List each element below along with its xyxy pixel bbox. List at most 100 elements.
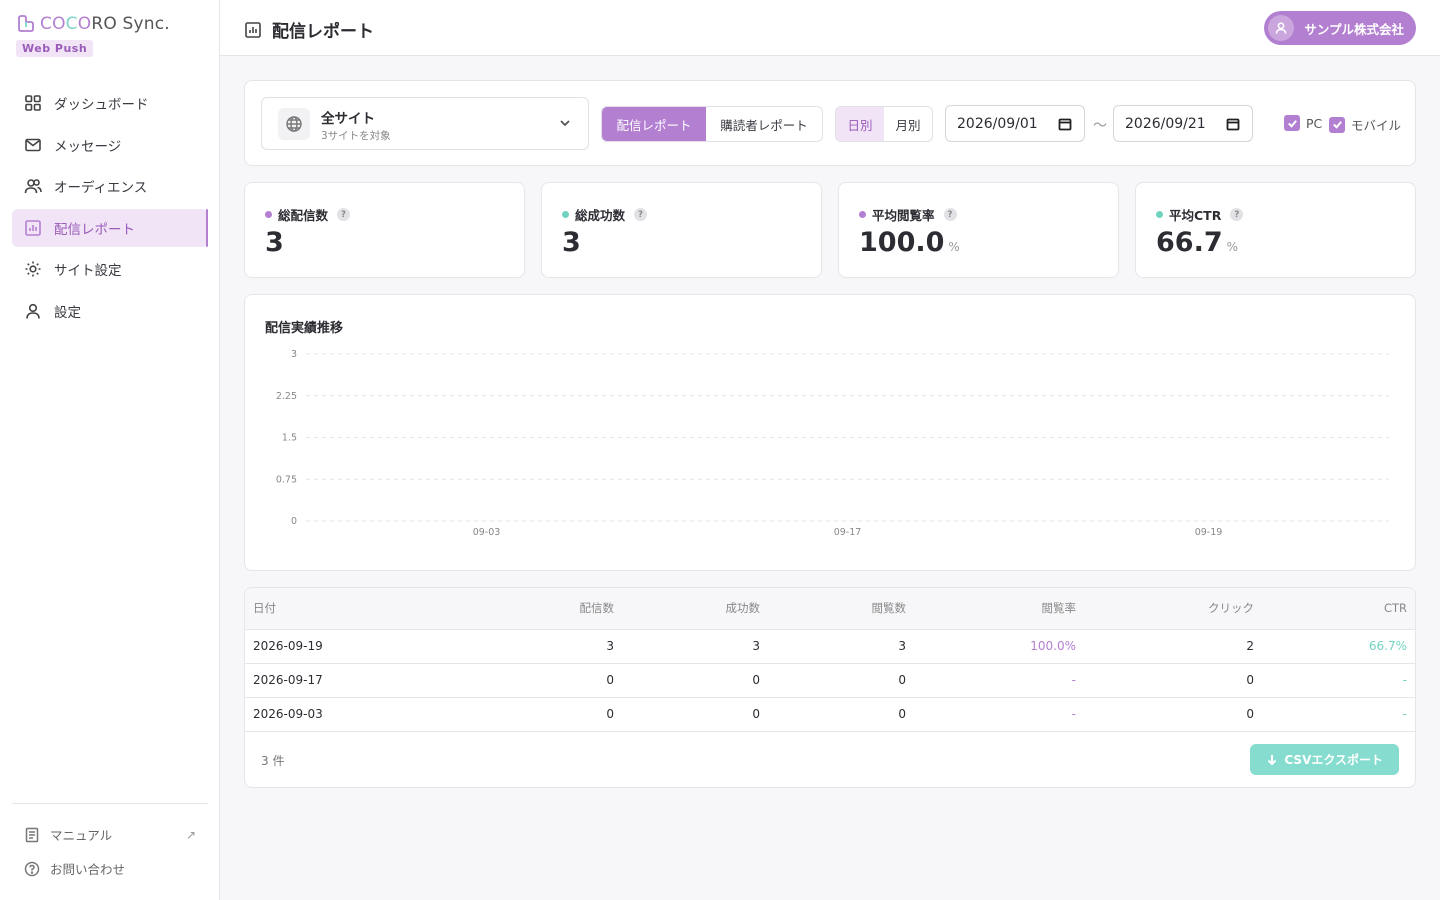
date-range-separator: 〜	[1093, 118, 1107, 134]
stat-label: 総成功数?	[562, 205, 648, 224]
stat-label: 総配信数?	[265, 205, 351, 224]
stat-dot	[265, 211, 272, 218]
checkbox-checked-icon	[1284, 115, 1300, 131]
stat-value: 3	[265, 227, 284, 258]
account-menu-button[interactable]: サンプル株式会社	[1264, 11, 1416, 45]
column-header-success[interactable]: 成功数	[622, 588, 768, 630]
period-toggle: 日別 月別	[835, 106, 933, 142]
tab-daily[interactable]: 日別	[836, 107, 884, 141]
help-icon[interactable]: ?	[943, 208, 957, 221]
column-header-open-rate[interactable]: 閲覧率	[914, 588, 1084, 630]
report-type-toggle: 配信レポート 購読者レポート	[601, 106, 823, 142]
checkbox-checked-icon	[1329, 116, 1345, 133]
contact-link[interactable]: お問い合わせ	[24, 859, 196, 878]
manual-link[interactable]: マニュアル ↗	[24, 825, 196, 844]
sidebar-item-label: オーディエンス	[54, 180, 148, 196]
cell-sent: 0	[465, 697, 622, 732]
y-tick-label: 1.5	[282, 433, 297, 444]
cell-date: 2026-09-17	[245, 663, 465, 698]
cell-success: 3	[622, 629, 768, 664]
product-badge: Web Push	[16, 40, 94, 57]
page-title: 配信レポート	[244, 17, 374, 42]
cell-sent: 0	[465, 663, 622, 698]
date-to-value: 2026/09/21	[1125, 115, 1206, 132]
x-tick-label: 09-03	[473, 527, 501, 538]
site-selector[interactable]: 全サイト 3サイトを対象	[261, 97, 589, 150]
sidebar-item-dashboard[interactable]: ダッシュボード	[12, 84, 208, 122]
help-icon[interactable]: ?	[1230, 208, 1244, 221]
sidebar-item-settings[interactable]: 設定	[12, 292, 208, 330]
globe-icon	[278, 108, 310, 140]
sidebar-nav: ダッシュボード メッセージ オーディエンス 配信レポート サイト設定 設定	[12, 84, 208, 333]
csv-export-button[interactable]: CSVエクスポート	[1250, 744, 1399, 775]
device-mobile-checkbox[interactable]: モバイル	[1329, 115, 1401, 134]
sidebar-item-audience[interactable]: オーディエンス	[12, 167, 208, 205]
table-row: 2026-09-19 3 3 3 100.0% 2 66.7%	[245, 629, 1415, 664]
report-table: 日付 配信数 成功数 閲覧数 閲覧率 クリック CTR 2026-09-19 3…	[245, 588, 1415, 732]
x-tick-label: 09-19	[1195, 527, 1223, 538]
calendar-icon	[1226, 118, 1240, 131]
sidebar-item-messages[interactable]: メッセージ	[12, 126, 208, 164]
grid-icon	[25, 95, 41, 111]
y-tick-label: 3	[291, 349, 297, 360]
report-icon	[25, 219, 41, 236]
help-icon[interactable]: ?	[634, 208, 648, 221]
sidebar: COCORO Sync. Web Push ダッシュボード メッセージ オーディ…	[0, 0, 220, 900]
date-from-input[interactable]: 2026/09/01	[945, 105, 1085, 142]
device-pc-checkbox[interactable]: PC	[1284, 115, 1322, 131]
logo[interactable]: COCORO Sync. Web Push	[16, 14, 170, 57]
help-icon[interactable]: ?	[337, 208, 351, 221]
stat-card-avg-ctr: 平均CTR? 66.7%	[1135, 182, 1416, 278]
stat-unit: %	[948, 240, 960, 254]
cell-date: 2026-09-19	[245, 629, 465, 664]
cell-clicks: 2	[1084, 629, 1262, 664]
device-mobile-label: モバイル	[1351, 118, 1402, 133]
y-tick-label: 2.25	[276, 391, 297, 402]
sidebar-item-label: ダッシュボード	[54, 97, 149, 113]
stat-label: 平均CTR?	[1156, 205, 1244, 224]
avatar	[1268, 15, 1295, 41]
column-header-clicks[interactable]: クリック	[1084, 588, 1262, 630]
user-icon	[1276, 22, 1287, 34]
tab-delivery-report[interactable]: 配信レポート	[602, 107, 706, 141]
help-circle-icon	[24, 861, 40, 876]
column-header-ctr[interactable]: CTR	[1262, 588, 1415, 630]
sidebar-divider	[12, 803, 208, 804]
sidebar-item-report[interactable]: 配信レポート	[12, 208, 208, 247]
users-icon	[24, 179, 42, 194]
cell-open-rate: -	[914, 663, 1084, 698]
download-icon	[1268, 754, 1277, 765]
table-header-row: 日付 配信数 成功数 閲覧数 閲覧率 クリック CTR	[245, 588, 1415, 630]
cell-views: 0	[768, 697, 914, 732]
account-name: サンプル株式会社	[1304, 21, 1404, 37]
stat-dot	[1156, 211, 1163, 218]
date-to-input[interactable]: 2026/09/21	[1113, 105, 1253, 142]
calendar-icon	[1058, 118, 1072, 131]
cell-ctr: 66.7%	[1262, 629, 1415, 664]
y-tick-label: 0	[291, 516, 297, 527]
cell-success: 0	[622, 697, 768, 732]
sidebar-item-label: 設定	[54, 304, 81, 321]
csv-export-label: CSVエクスポート	[1284, 753, 1383, 767]
stat-card-total-sent: 総配信数? 3	[244, 182, 525, 278]
manual-label: マニュアル	[50, 828, 113, 843]
sidebar-item-site-settings[interactable]: サイト設定	[12, 250, 208, 288]
column-header-date[interactable]: 日付	[245, 588, 465, 630]
report-icon	[245, 21, 261, 38]
stat-value: 100.0%	[859, 227, 960, 258]
stat-card-avg-open-rate: 平均閲覧率? 100.0%	[838, 182, 1119, 278]
column-header-views[interactable]: 閲覧数	[768, 588, 914, 630]
device-pc-label: PC	[1306, 115, 1323, 131]
column-header-sent[interactable]: 配信数	[465, 588, 622, 630]
tab-subscriber-report[interactable]: 購読者レポート	[706, 107, 822, 141]
date-from-value: 2026/09/01	[957, 115, 1038, 132]
report-table-card: 日付 配信数 成功数 閲覧数 閲覧率 クリック CTR 2026-09-19 3…	[244, 587, 1416, 788]
cell-clicks: 0	[1084, 697, 1262, 732]
user-icon	[26, 303, 40, 319]
cell-views: 0	[768, 663, 914, 698]
site-selector-value: 全サイト	[321, 111, 375, 127]
cell-open-rate: -	[914, 697, 1084, 732]
cell-success: 0	[622, 663, 768, 698]
tab-monthly[interactable]: 月別	[884, 107, 932, 141]
sidebar-item-label: サイト設定	[54, 263, 122, 279]
